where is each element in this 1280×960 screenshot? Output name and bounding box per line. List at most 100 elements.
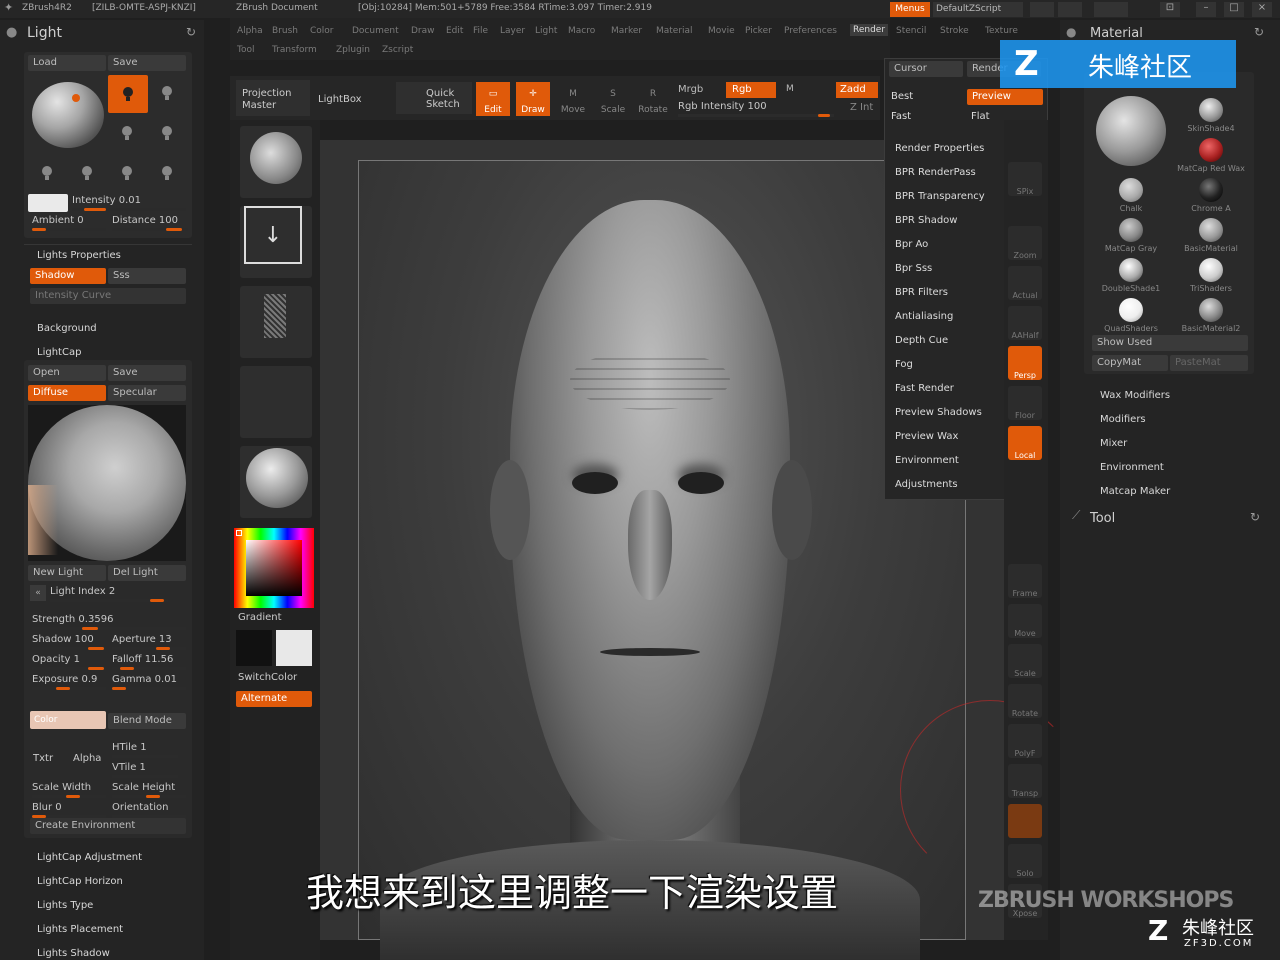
scale-button[interactable]: S Scale: [596, 82, 630, 116]
lights-properties-header[interactable]: Lights Properties: [37, 250, 121, 261]
show-used-button[interactable]: Show Used: [1092, 335, 1248, 351]
txtr-button[interactable]: Txtr: [33, 753, 53, 764]
menu-movie[interactable]: Movie: [708, 26, 735, 36]
light-load-button[interactable]: Load: [28, 55, 106, 71]
light-position-dot[interactable]: [72, 94, 80, 102]
material-skinshade4[interactable]: SkinShade4: [1176, 98, 1246, 138]
light-bulb-icon-2[interactable]: [160, 85, 174, 101]
close-icon[interactable]: ×: [1252, 2, 1272, 17]
z-intensity-label[interactable]: Z Int: [850, 102, 873, 113]
render-flat[interactable]: Flat: [971, 111, 990, 122]
environment-section[interactable]: Environment: [1100, 462, 1164, 473]
scale-width-slider[interactable]: Scale Width: [32, 781, 106, 799]
quick-sketch-button[interactable]: Quick Sketch: [396, 82, 472, 114]
alpha-button[interactable]: Alpha: [73, 753, 101, 764]
preview-wax-item[interactable]: Preview Wax: [895, 431, 958, 442]
environment-item[interactable]: Environment: [895, 455, 959, 466]
lightcap-save-button[interactable]: Save: [108, 365, 186, 381]
create-environment-button[interactable]: Create Environment: [30, 818, 186, 834]
material-doubleshade1[interactable]: DoubleShade1: [1096, 258, 1166, 298]
blend-mode-button[interactable]: Blend Mode: [108, 713, 186, 729]
floor-button[interactable]: Floor: [1008, 386, 1042, 420]
rotate-button[interactable]: R Rotate: [636, 82, 670, 116]
scale-height-slider[interactable]: Scale Height: [112, 781, 186, 799]
lights-type-section[interactable]: Lights Type: [37, 900, 93, 911]
background-section[interactable]: Background: [37, 323, 97, 334]
palette-icon[interactable]: [1094, 2, 1128, 17]
falloff-slider[interactable]: Falloff 11.56: [112, 653, 186, 671]
menu-zplugin[interactable]: Zplugin: [336, 45, 370, 55]
opacity-slider[interactable]: Opacity 1: [32, 653, 106, 671]
texture-thumbnail[interactable]: [240, 366, 312, 438]
bpr-filters-item[interactable]: BPR Filters: [895, 287, 948, 298]
light-bulb-icon-1[interactable]: [108, 75, 148, 113]
layout-icon[interactable]: [1058, 2, 1082, 17]
layout-icon[interactable]: [1030, 2, 1054, 17]
shadow-slider[interactable]: Shadow 100: [32, 633, 106, 651]
light-bulb-icon-7[interactable]: [120, 165, 134, 181]
actual-button[interactable]: Actual: [1008, 266, 1042, 300]
shadow-toggle[interactable]: Shadow: [30, 268, 106, 284]
strength-slider[interactable]: Strength 0.3596: [32, 613, 186, 631]
zbrush-logo-icon[interactable]: ✦: [4, 1, 13, 14]
head-model[interactable]: [380, 200, 920, 960]
menu-transform[interactable]: Transform: [272, 45, 317, 55]
material-trishaders[interactable]: TriShaders: [1176, 258, 1246, 298]
fog-item[interactable]: Fog: [895, 359, 913, 370]
exposure-slider[interactable]: Exposure 0.9: [32, 673, 106, 691]
lightcap-color-swatch[interactable]: Color: [30, 711, 106, 729]
color-square[interactable]: [246, 540, 302, 596]
material-basicmaterial2[interactable]: BasicMaterial2: [1176, 298, 1246, 338]
intensity-curve[interactable]: Intensity Curve: [30, 288, 186, 304]
menu-color[interactable]: Color: [310, 26, 334, 36]
rotate-view-button[interactable]: Rotate: [1008, 684, 1042, 718]
edit-button[interactable]: ▭ Edit: [476, 82, 510, 116]
prev-light-icon[interactable]: «: [30, 585, 46, 601]
menu-light[interactable]: Light: [535, 26, 557, 36]
menu-macro[interactable]: Macro: [568, 26, 595, 36]
render-fast[interactable]: Fast: [891, 111, 911, 122]
light-index-slider[interactable]: Light Index 2: [50, 585, 168, 603]
menu-draw[interactable]: Draw: [411, 26, 435, 36]
switchcolor-label[interactable]: SwitchColor: [238, 672, 297, 683]
mixer-section[interactable]: Mixer: [1100, 438, 1127, 449]
rgb-intensity-slider[interactable]: Rgb Intensity 100: [678, 100, 834, 118]
frame-button[interactable]: Frame: [1008, 564, 1042, 598]
menu-render[interactable]: Render: [850, 24, 889, 36]
render-cursor-button[interactable]: Cursor: [889, 61, 963, 77]
refresh-icon[interactable]: ↻: [1250, 510, 1260, 524]
adjustments-item[interactable]: Adjustments: [895, 479, 958, 490]
light-preview-sphere[interactable]: [32, 82, 104, 148]
m-button[interactable]: M: [786, 84, 794, 94]
brush-thumbnail[interactable]: [240, 126, 312, 198]
intensity-slider[interactable]: Intensity 0.01: [72, 194, 186, 212]
menu-material[interactable]: Material: [656, 26, 693, 36]
new-light-button[interactable]: New Light: [28, 565, 106, 581]
ghost-button[interactable]: [1008, 804, 1042, 838]
zoom-button[interactable]: Zoom: [1008, 226, 1042, 260]
move-view-button[interactable]: Move: [1008, 604, 1042, 638]
menu-document[interactable]: Document: [352, 26, 399, 36]
polyf-button[interactable]: PolyF: [1008, 724, 1042, 758]
alpha-thumbnail[interactable]: [240, 286, 312, 358]
material-thumbnail[interactable]: [240, 446, 312, 518]
draw-button[interactable]: ✛ Draw: [516, 82, 550, 116]
light-save-button[interactable]: Save: [108, 55, 186, 71]
bpr-transparency-item[interactable]: BPR Transparency: [895, 191, 985, 202]
scale-view-button[interactable]: Scale: [1008, 644, 1042, 678]
stroke-thumbnail[interactable]: ↓: [240, 206, 312, 278]
menu-texture[interactable]: Texture: [985, 26, 1018, 36]
menu-stencil[interactable]: Stencil: [896, 26, 926, 36]
light-bulb-icon-8[interactable]: [160, 165, 174, 181]
maximize-icon[interactable]: □: [1224, 2, 1244, 17]
render-properties-item[interactable]: Render Properties: [895, 143, 984, 154]
specular-toggle[interactable]: Specular: [108, 385, 186, 401]
persp-button[interactable]: Persp: [1008, 346, 1042, 380]
material-chrome-a[interactable]: Chrome A: [1176, 178, 1246, 218]
matcap-maker-section[interactable]: Matcap Maker: [1100, 486, 1170, 497]
spix-button[interactable]: SPix: [1008, 162, 1042, 196]
tool-panel-title[interactable]: Tool: [1090, 511, 1115, 526]
render-best[interactable]: Best: [891, 91, 913, 102]
mrgb-button[interactable]: Mrgb: [678, 84, 703, 95]
default-zscript[interactable]: DefaultZScript: [933, 2, 1023, 17]
